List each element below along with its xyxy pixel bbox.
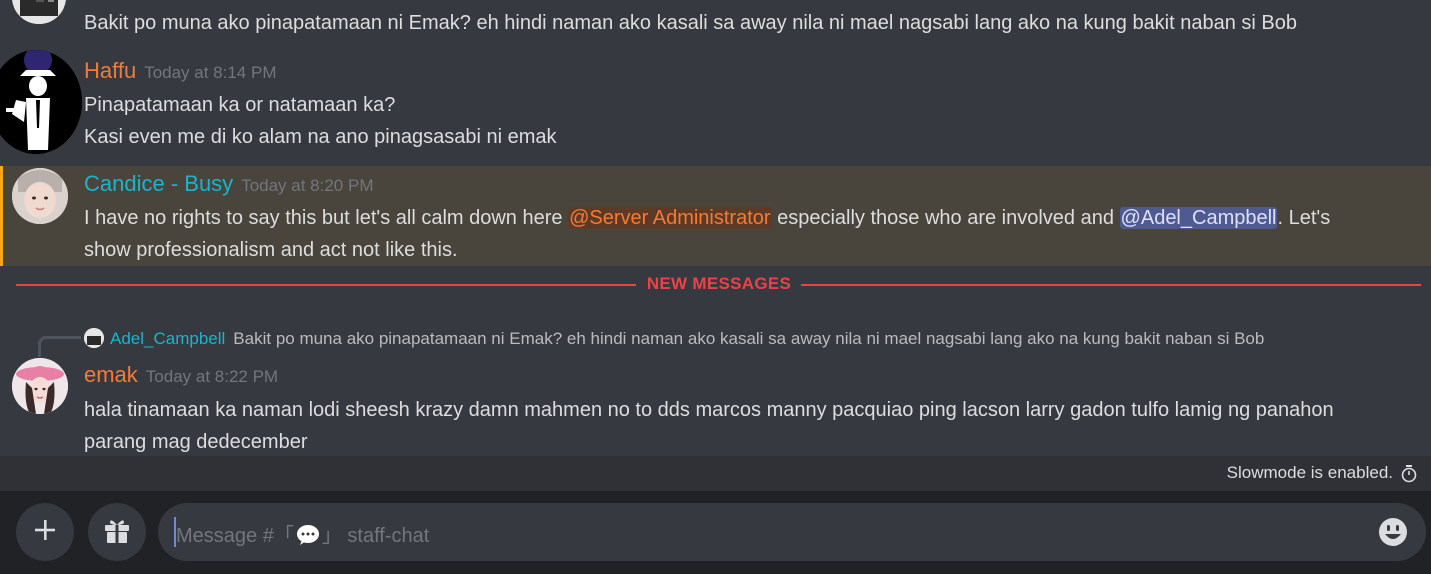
message-content: Bakit po muna ako pinapatamaan ni Emak? … <box>84 12 1297 34</box>
message-line: I have no rights to say this but let's a… <box>84 202 1330 234</box>
message-input-placeholder: Message #「 」 staff-chat <box>176 519 429 552</box>
message-item-mentioned[interactable]: Candice - Busy Today at 8:20 PM I have no… <box>0 166 1431 266</box>
timer-icon <box>1401 465 1417 488</box>
message-line: show professionalism and act not like th… <box>84 239 458 261</box>
placeholder-suffix: 」 staff-chat <box>321 525 430 547</box>
message-content: I have no rights to say this but let's a… <box>84 202 1330 266</box>
placeholder-prefix: Message #「 <box>176 525 294 547</box>
message-line: Kasi even me di ko alam na ano pinagsasa… <box>84 126 557 148</box>
speech-bubble-icon <box>296 524 320 552</box>
gift-icon <box>102 515 132 550</box>
gift-button[interactable] <box>88 503 146 561</box>
reply-avatar <box>84 328 104 348</box>
message-item[interactable]: Adel_Campbell Bakit po muna ako pinapatam… <box>0 322 1431 456</box>
message-line: parang mag dedecember <box>84 431 308 453</box>
message-input[interactable]: Message #「 」 staff-chat <box>158 503 1426 561</box>
message-list: Bakit po muna ako pinapatamaan ni Emak? … <box>0 0 1431 456</box>
reply-text: Bakit po muna ako pinapatamaan ni Emak? … <box>233 329 1265 348</box>
author-name[interactable]: emak <box>84 362 138 387</box>
reply-author[interactable]: Adel_Campbell <box>110 329 225 348</box>
message-line: hala tinamaan ka naman lodi sheesh krazy… <box>84 399 1334 421</box>
plus-icon <box>33 518 57 547</box>
new-messages-divider-left <box>16 284 636 286</box>
message-text: . Let's <box>1277 207 1331 229</box>
avatar[interactable] <box>0 50 82 154</box>
author-name[interactable]: Candice - Busy <box>84 171 233 196</box>
message-content: hala tinamaan ka naman lodi sheesh krazy… <box>84 394 1334 456</box>
message-item[interactable]: Bakit po muna ako pinapatamaan ni Emak? … <box>0 0 1431 50</box>
avatar[interactable] <box>12 0 66 24</box>
message-header: Candice - Busy Today at 8:20 PM <box>84 171 374 197</box>
slowmode-text: Slowmode is enabled. <box>1226 463 1393 482</box>
add-attachment-button[interactable] <box>16 503 74 561</box>
timestamp: Today at 8:20 PM <box>241 176 374 195</box>
message-line: Pinapatamaan ka or natamaan ka? <box>84 94 396 116</box>
avatar[interactable] <box>12 358 68 414</box>
author-name[interactable]: Haffu <box>84 58 136 83</box>
user-mention[interactable]: @Adel_Campbell <box>1119 207 1278 229</box>
message-item[interactable]: Haffu Today at 8:14 PM Pinapatamaan ka or… <box>0 50 1431 162</box>
new-messages-label: NEW MESSAGES <box>646 274 792 293</box>
avatar[interactable] <box>12 168 68 224</box>
emoji-icon[interactable] <box>1378 517 1408 552</box>
mention-highlight-bar <box>0 166 3 266</box>
message-header: Haffu Today at 8:14 PM <box>84 58 277 84</box>
slowmode-bar: Slowmode is enabled. <box>0 456 1431 491</box>
timestamp: Today at 8:22 PM <box>145 367 279 386</box>
message-text: I have no rights to say this but let's a… <box>84 207 569 229</box>
new-messages-divider-right <box>801 284 1421 286</box>
message-text: especially those who are involved and <box>771 207 1120 229</box>
message-content: Pinapatamaan ka or natamaan ka? Kasi eve… <box>84 89 557 153</box>
reply-preview[interactable]: Adel_Campbell Bakit po muna ako pinapatam… <box>84 328 1264 349</box>
reply-spine <box>38 336 81 357</box>
timestamp: Today at 8:14 PM <box>144 63 277 82</box>
role-mention[interactable]: @Server Administrator <box>568 207 772 229</box>
message-header: emak Today at 8:22 PM <box>84 362 278 388</box>
